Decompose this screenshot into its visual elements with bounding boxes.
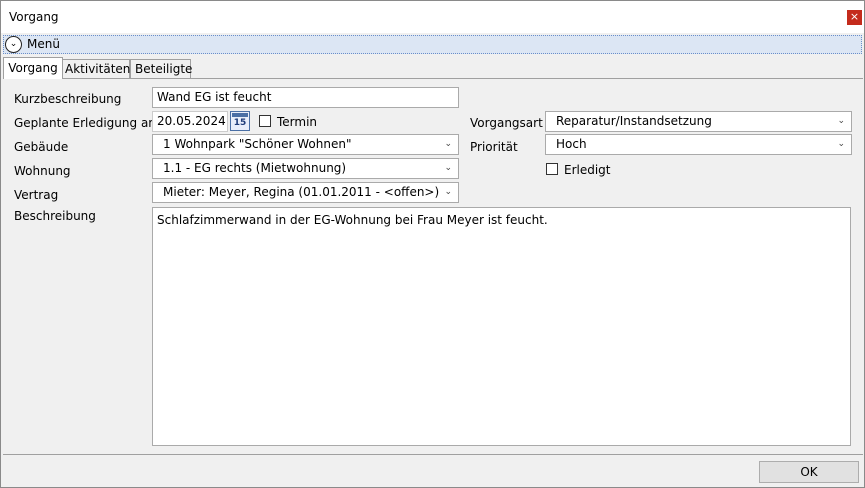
termin-label[interactable]: Termin [277,115,317,129]
beschreibung-textarea[interactable]: Schlafzimmerwand in der EG-Wohnung bei F… [152,207,851,446]
tab-beteiligte[interactable]: Beteiligte [130,59,192,78]
vertrag-combobox[interactable]: Mieter: Meyer, Regina (01.01.2011 - <off… [152,182,459,203]
calendar-header [232,113,248,117]
termin-checkbox[interactable] [259,115,271,127]
vertrag-value: Mieter: Meyer, Regina (01.01.2011 - <off… [163,185,440,199]
prioritaet-value: Hoch [556,137,587,151]
menu-label[interactable]: Menü [27,37,60,51]
erledigt-checkbox[interactable] [546,163,558,175]
wohnung-combobox[interactable]: 1.1 - EG rechts (Mietwohnung) ⌄ [152,158,459,179]
gebaeude-value: 1 Wohnpark "Schöner Wohnen" [163,137,352,151]
wohnung-label: Wohnung [14,164,71,178]
prioritaet-combobox[interactable]: Hoch ⌄ [545,134,852,155]
vorgangsart-value: Reparatur/Instandsetzung [556,114,712,128]
chevron-down-circle-icon[interactable]: ⌄ [5,36,22,53]
wohnung-value: 1.1 - EG rechts (Mietwohnung) [163,161,347,175]
gebaeude-combobox[interactable]: 1 Wohnpark "Schöner Wohnen" ⌄ [152,134,459,155]
calendar-icon: 15 [233,118,247,128]
kurzbeschreibung-label: Kurzbeschreibung [14,92,122,106]
tab-aktivitaeten[interactable]: Aktivitäten [60,59,130,78]
window-title: Vorgang [9,10,59,24]
dialog-window: Vorgang × ⌄ Menü Vorgang Aktivitäten Bet… [0,0,865,488]
gebaeude-label: Gebäude [14,140,69,154]
tab-vorgang[interactable]: Vorgang [3,57,63,79]
close-button[interactable]: × [847,10,862,25]
kurzbeschreibung-input[interactable]: Wand EG ist feucht [152,87,459,108]
erledigung-label: Geplante Erledigung am [14,116,160,130]
vorgangsart-label: Vorgangsart [470,116,543,130]
vertrag-label: Vertrag [14,188,59,202]
calendar-button[interactable]: 15 [230,111,250,131]
chevron-down-icon[interactable]: ⌄ [837,135,845,154]
menu-bar[interactable]: ⌄ Menü [3,35,862,54]
erledigt-label[interactable]: Erledigt [564,163,611,177]
title-bar[interactable]: Vorgang × [1,1,864,33]
prioritaet-label: Priorität [470,140,518,154]
ok-button[interactable]: OK [759,461,859,483]
chevron-down-icon[interactable]: ⌄ [444,135,452,154]
vorgangsart-combobox[interactable]: Reparatur/Instandsetzung ⌄ [545,111,852,132]
chevron-down-icon[interactable]: ⌄ [444,159,452,178]
chevron-down-icon[interactable]: ⌄ [837,112,845,131]
chevron-down-icon[interactable]: ⌄ [444,183,452,202]
beschreibung-label: Beschreibung [14,209,96,223]
date-input[interactable]: 20.05.2024 [152,111,228,132]
